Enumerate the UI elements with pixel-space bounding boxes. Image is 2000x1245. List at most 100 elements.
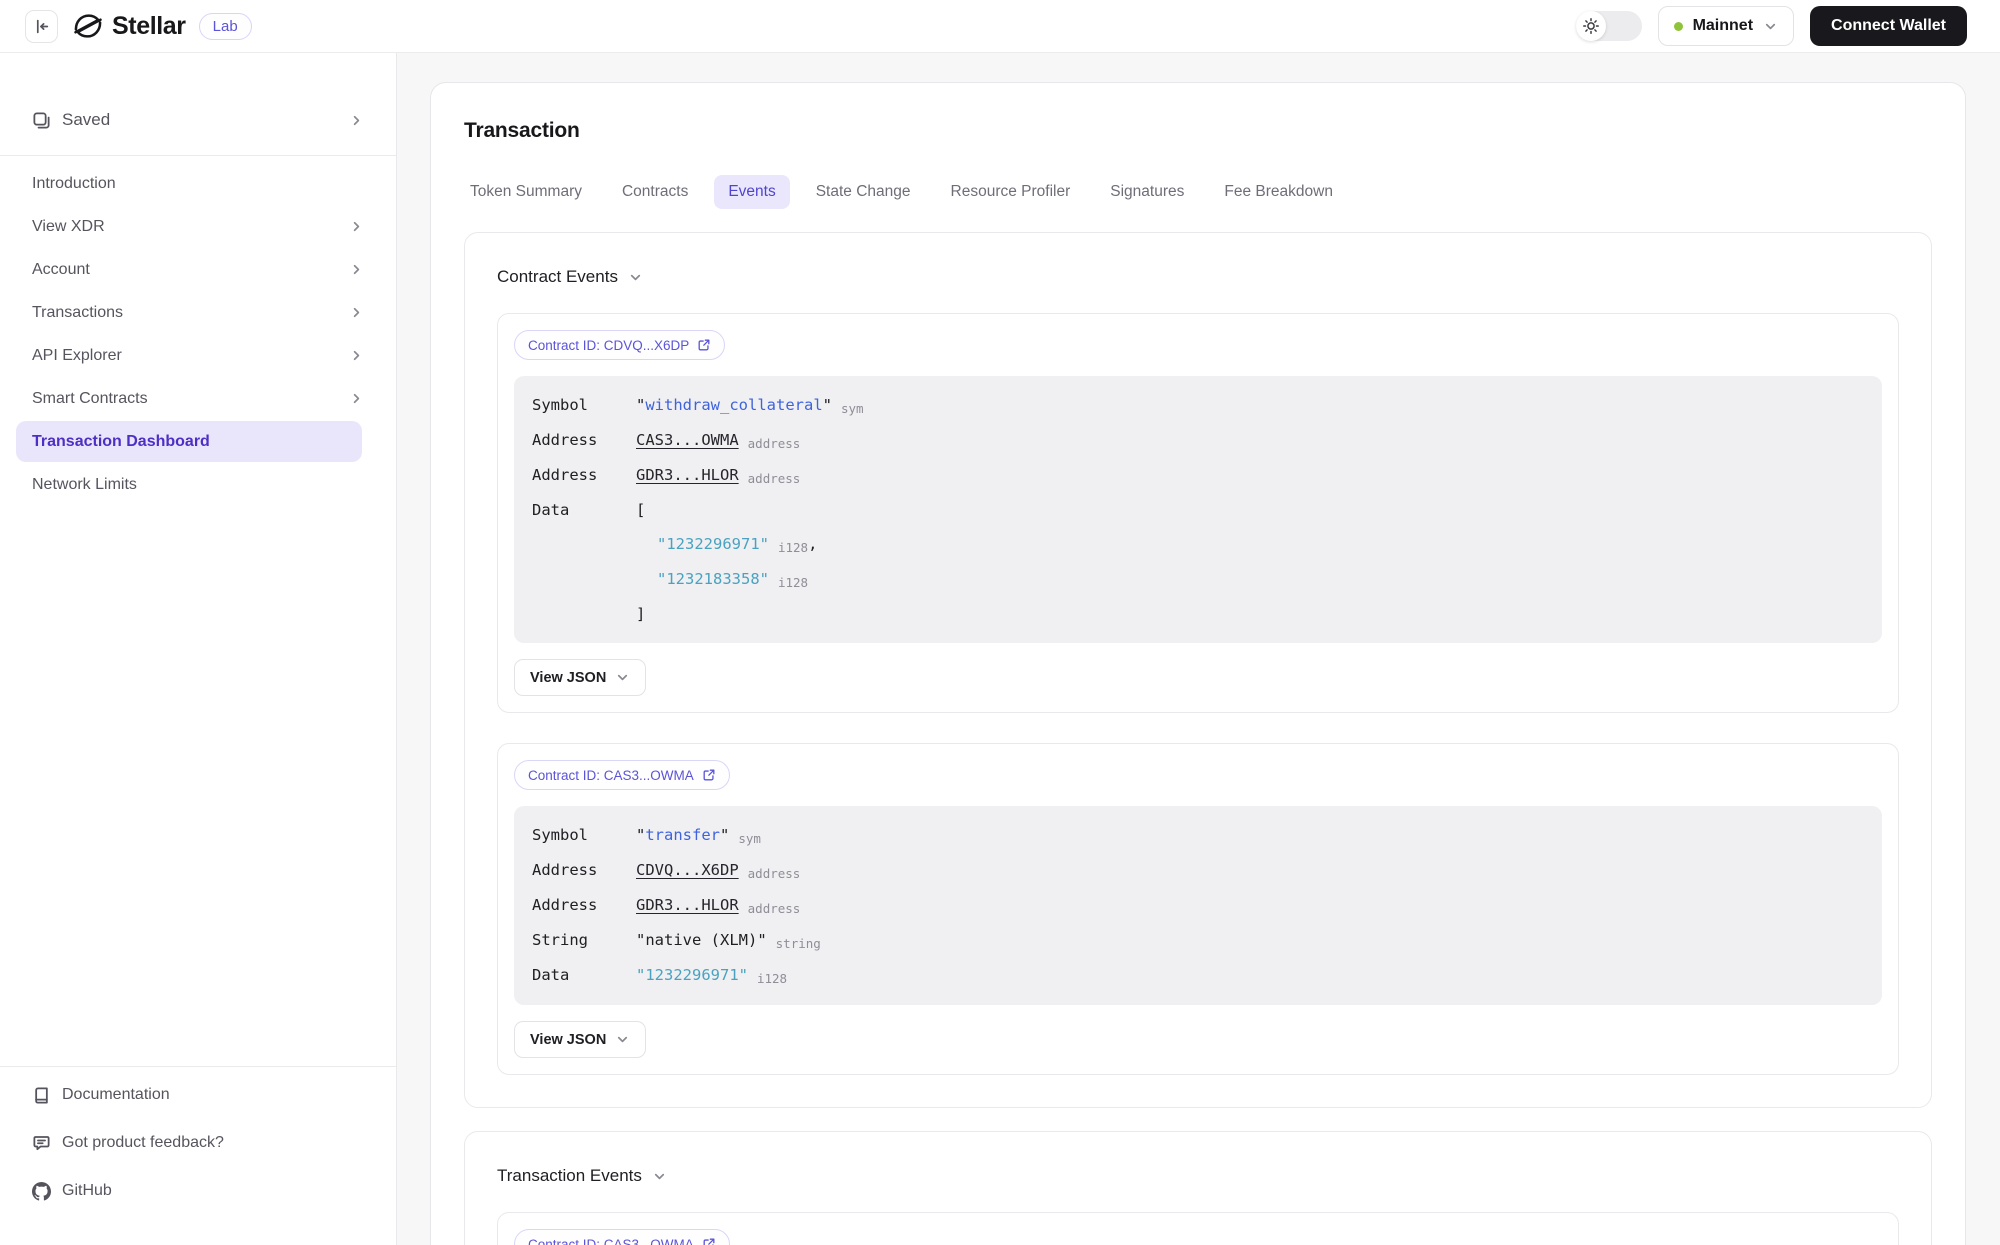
collapse-sidebar-button[interactable] [25, 10, 58, 43]
stellar-logo-icon [71, 9, 105, 43]
sidebar-nav: Introduction View XDR Account Transactions A… [0, 162, 396, 506]
event-field-value: CDVQ...X6DP address [636, 853, 1864, 888]
event-values-block: Symbol"transfer"symAddressCDVQ...X6DPadd… [514, 806, 1882, 1005]
external-link-icon [702, 1237, 716, 1245]
sidebar-item-smart-contracts[interactable]: Smart Contracts [0, 377, 396, 420]
contract-id-badge[interactable]: Contract ID: CAS3...OWMA [514, 1229, 730, 1245]
connect-wallet-button[interactable]: Connect Wallet [1810, 6, 1967, 46]
address-link[interactable]: GDR3...HLOR [636, 466, 739, 484]
collapse-sidebar-icon [33, 18, 50, 35]
chevron-down-icon [615, 670, 630, 685]
address-link[interactable]: CAS3...OWMA [636, 431, 739, 449]
sidebar-item-label: View XDR [32, 218, 105, 236]
sidebar-item-view-xdr[interactable]: View XDR [0, 205, 396, 248]
array-item: "1232183358"i128 [636, 562, 1864, 597]
sidebar-item-account[interactable]: Account [0, 248, 396, 291]
value-type-label: address [748, 901, 801, 916]
event-field-key: Data [532, 493, 636, 631]
tab-resource-profiler[interactable]: Resource Profiler [937, 175, 1085, 209]
sidebar-footer-item-got-product-feedback[interactable]: Got product feedback? [0, 1119, 396, 1167]
saved-icon [32, 111, 51, 130]
section-header: Transaction Events [497, 1166, 1899, 1186]
network-select[interactable]: Mainnet [1658, 6, 1794, 46]
chevron-down-icon [1763, 19, 1778, 34]
contract-id-label: Contract ID: CAS3...OWMA [528, 768, 694, 783]
chevron-down-icon[interactable] [628, 270, 643, 285]
header-actions: Mainnet Connect Wallet [1576, 6, 1967, 46]
sidebar-footer-item-github[interactable]: GitHub [0, 1167, 396, 1215]
chevron-right-icon [349, 305, 364, 320]
view-json-button[interactable]: View JSON [514, 659, 646, 696]
tab-contracts[interactable]: Contracts [608, 175, 702, 209]
sidebar-item-api-explorer[interactable]: API Explorer [0, 334, 396, 377]
view-json-button[interactable]: View JSON [514, 1021, 646, 1058]
event-card: Contract ID: CDVQ...X6DPSymbol"withdraw_… [497, 313, 1899, 713]
tab-signatures[interactable]: Signatures [1096, 175, 1198, 209]
address-link[interactable]: CDVQ...X6DP [636, 861, 739, 879]
array-close-bracket: ] [636, 597, 1864, 631]
sidebar-footer-label: Got product feedback? [62, 1134, 224, 1152]
event-field-row: Data"1232296971"i128 [532, 958, 1864, 993]
value-type-label: i128 [778, 540, 808, 555]
value-segment: withdraw_collateral [645, 396, 822, 414]
chevron-right-icon [349, 219, 364, 234]
value-segment: " [823, 396, 832, 414]
sidebar-item-label: Account [32, 261, 90, 279]
sidebar-footer-item-documentation[interactable]: Documentation [0, 1071, 396, 1119]
stellar-logo[interactable]: Stellar [71, 9, 186, 43]
sidebar-item-label: Network Limits [32, 476, 137, 494]
chevron-right-icon [349, 391, 364, 406]
tab-token-summary[interactable]: Token Summary [456, 175, 596, 209]
tab-events[interactable]: Events [714, 175, 789, 209]
section-header: Contract Events [497, 267, 1899, 287]
section-contract-events: Contract EventsContract ID: CDVQ...X6DPS… [464, 232, 1932, 1108]
event-field-value: ["1232296971"i128,"1232183358"i128] [636, 493, 1864, 631]
event-field-row: AddressGDR3...HLORaddress [532, 888, 1864, 923]
event-field-row: Data["1232296971"i128,"1232183358"i128] [532, 493, 1864, 631]
value-segment: "1232296971" [657, 535, 769, 553]
sidebar-item-transaction-dashboard[interactable]: Transaction Dashboard [16, 421, 362, 462]
page-title: Transaction [464, 119, 1932, 143]
sidebar-item-label: Transactions [32, 304, 123, 322]
event-card: Contract ID: CAS3...OWMA [497, 1212, 1899, 1245]
sidebar-item-label: Smart Contracts [32, 390, 148, 408]
tab-fee-breakdown[interactable]: Fee Breakdown [1210, 175, 1347, 209]
sidebar-item-introduction[interactable]: Introduction [0, 162, 396, 205]
github-icon [32, 1182, 51, 1201]
event-field-key: String [532, 923, 636, 958]
value-segment: "1232183358" [657, 570, 769, 588]
sidebar-item-saved[interactable]: Saved [0, 95, 396, 145]
view-json-label: View JSON [530, 1032, 606, 1048]
address-link[interactable]: GDR3...HLOR [636, 896, 739, 914]
section-transaction-events: Transaction Events Contract ID: CAS3...OW… [464, 1131, 1932, 1245]
value-type-label: sym [841, 401, 864, 416]
transaction-tabs: Token Summary Contracts Events State Change… [456, 175, 1932, 209]
view-json-label: View JSON [530, 670, 606, 686]
external-link-icon [702, 768, 716, 782]
contract-id-label: Contract ID: CDVQ...X6DP [528, 338, 689, 353]
sidebar-item-label: Transaction Dashboard [32, 433, 210, 451]
contract-id-label: Contract ID: CAS3...OWMA [528, 1237, 694, 1245]
chevron-right-icon [349, 262, 364, 277]
value-type-label: address [748, 866, 801, 881]
chevron-down-icon[interactable] [652, 1169, 667, 1184]
brand-name: Stellar [112, 12, 186, 41]
value-segment: "native (XLM)" [636, 931, 767, 949]
sidebar-item-transactions[interactable]: Transactions [0, 291, 396, 334]
event-field-value: "native (XLM)"string [636, 923, 1864, 958]
sidebar-item-network-limits[interactable]: Network Limits [0, 463, 396, 506]
app-header: Stellar Lab Mainnet Connect Wallet [0, 0, 2000, 53]
contract-id-badge[interactable]: Contract ID: CAS3...OWMA [514, 760, 730, 790]
contract-id-badge[interactable]: Contract ID: CDVQ...X6DP [514, 330, 725, 360]
event-field-value: "1232296971"i128 [636, 958, 1864, 993]
book-icon [32, 1086, 51, 1105]
value-segment: " [636, 396, 645, 414]
sidebar: Saved Introduction View XDR Account Transac… [0, 53, 397, 1245]
theme-toggle-knob [1576, 11, 1606, 41]
chevron-down-icon [615, 1032, 630, 1047]
value-type-label: sym [738, 831, 761, 846]
tab-state-change[interactable]: State Change [802, 175, 925, 209]
theme-toggle[interactable] [1576, 11, 1642, 41]
chevron-right-icon [349, 113, 364, 128]
sidebar-footer: Documentation Got product feedback? GitHub [0, 1066, 396, 1215]
